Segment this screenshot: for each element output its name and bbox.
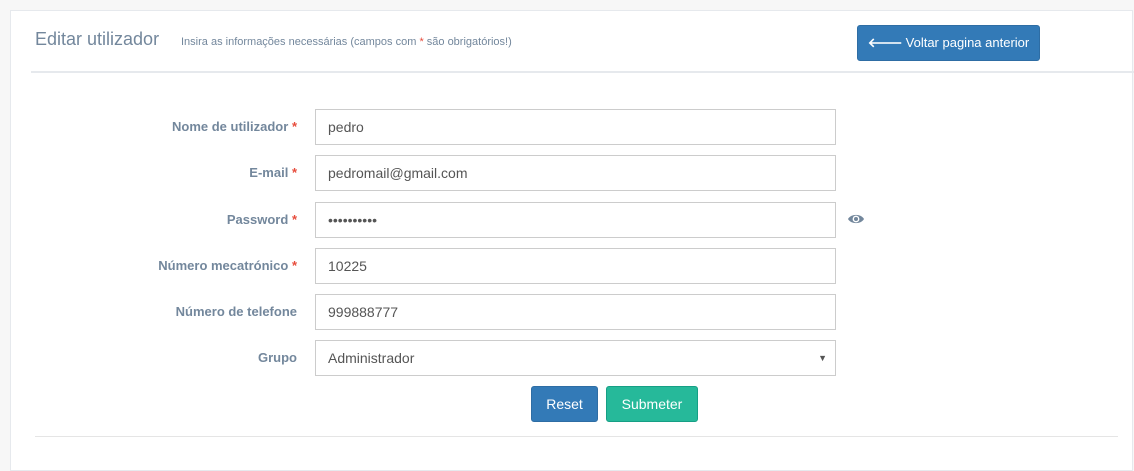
back-button-label: Voltar pagina anterior [905, 35, 1030, 50]
username-label-text: Nome de utilizador [172, 119, 289, 134]
username-label: Nome de utilizador * [11, 109, 297, 145]
required-star: * [291, 119, 297, 134]
password-label-text: Password [226, 212, 289, 227]
mechanographic-number-label-text: Número mecatrónico [158, 258, 289, 273]
form-row-group: Grupo Administrador ▼ [11, 340, 1111, 376]
required-star: * [291, 165, 297, 180]
email-label-text: E-mail [249, 165, 289, 180]
panel-header: Editar utilizador Insira as informações … [31, 11, 1134, 73]
reset-button[interactable]: Reset [531, 386, 598, 422]
required-star: * [291, 212, 297, 227]
group-label-text: Grupo [258, 350, 297, 365]
group-select-value: Administrador [328, 350, 415, 366]
phone-input[interactable]: 999888777 [315, 294, 836, 330]
username-input[interactable]: pedro [315, 109, 836, 145]
group-select[interactable]: Administrador ▼ [315, 340, 836, 376]
edit-user-panel: Editar utilizador Insira as informações … [10, 10, 1134, 471]
form-row-email: E-mail * pedromail@gmail.com [11, 155, 1111, 191]
page-title: Editar utilizador [35, 29, 160, 49]
phone-label: Número de telefone [11, 294, 297, 330]
page-subtitle: Insira as informações necessárias (campo… [181, 36, 512, 48]
password-label: Password * [11, 202, 297, 238]
back-button[interactable]: 🡐 Voltar pagina anterior [857, 25, 1040, 61]
submit-button[interactable]: Submeter [606, 386, 698, 422]
form-row-phone: Número de telefone 999888777 [11, 294, 1111, 330]
group-label: Grupo [11, 340, 297, 376]
form-row-mechanographic-number: Número mecatrónico * 10225 [11, 248, 1111, 284]
arrow-left-icon: 🡐 [867, 35, 903, 50]
chevron-down-icon: ▼ [818, 353, 827, 363]
required-star: * [291, 258, 297, 273]
subtitle-text-end: são obrigatórios!) [423, 36, 512, 48]
form-row-username: Nome de utilizador * pedro [11, 109, 1111, 145]
mechanographic-number-input[interactable]: 10225 [315, 248, 836, 284]
eye-icon[interactable] [847, 212, 865, 226]
phone-label-text: Número de telefone [175, 304, 297, 319]
form-row-password: Password * •••••••••• [11, 202, 1111, 238]
email-input[interactable]: pedromail@gmail.com [315, 155, 836, 191]
password-input[interactable]: •••••••••• [315, 202, 836, 238]
email-label: E-mail * [11, 155, 297, 191]
footer-divider [35, 436, 1118, 437]
mechanographic-number-label: Número mecatrónico * [11, 248, 297, 284]
subtitle-text-start: Insira as informações necessárias (campo… [181, 36, 420, 48]
